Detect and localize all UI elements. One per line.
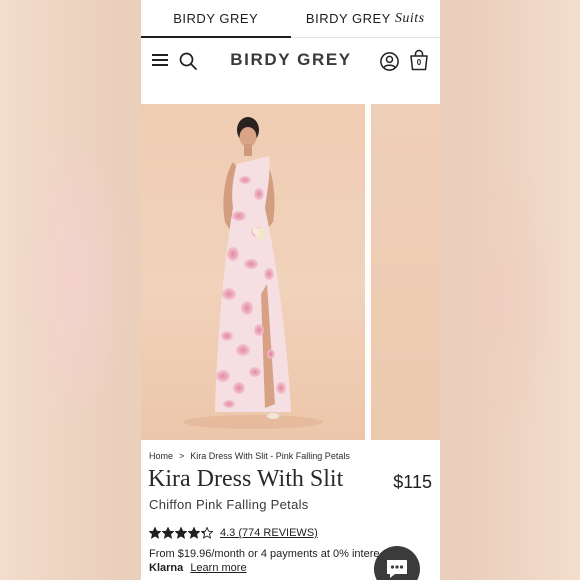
- breadcrumb-current: Kira Dress With Slit - Pink Falling Peta…: [190, 451, 350, 461]
- star-icon: [149, 527, 161, 539]
- star-icon: [201, 527, 213, 539]
- product-gallery: [141, 104, 440, 440]
- breadcrumb-home-link[interactable]: Home: [149, 451, 173, 461]
- tab-suits-label: BIRDY GREY: [305, 11, 391, 26]
- search-icon[interactable]: [178, 51, 198, 71]
- star-icon: [188, 527, 200, 539]
- star-icon: [175, 527, 187, 539]
- tab-birdy-grey[interactable]: BIRDY GREY: [141, 0, 291, 38]
- reviews-link[interactable]: 4.3 (774 REVIEWS): [220, 527, 318, 539]
- brand-logo[interactable]: BIRDY GREY: [227, 50, 355, 70]
- bag-count: 0: [416, 58, 422, 67]
- backdrop-glow-left: [20, 120, 130, 440]
- backdrop-glow-right: [450, 150, 560, 450]
- star-icon: [162, 527, 174, 539]
- product-rating: 4.3 (774 REVIEWS): [149, 527, 318, 539]
- chat-button[interactable]: [374, 546, 420, 580]
- product-title: Kira Dress With Slit: [148, 466, 344, 492]
- klarna-logo: Klarna: [149, 562, 184, 574]
- brand-tabs: BIRDY GREY BIRDY GREY Suits: [141, 0, 440, 38]
- breadcrumb-separator: >: [179, 451, 185, 461]
- tab-suits-accent: Suits: [394, 10, 425, 26]
- chat-bubble-icon: [387, 560, 407, 578]
- mobile-page: BIRDY GREY BIRDY GREY Suits BIRDY GREY 0: [141, 0, 440, 580]
- product-price: $115: [393, 472, 432, 492]
- breadcrumb: Home > Kira Dress With Slit - Pink Falli…: [149, 451, 350, 461]
- product-image-next[interactable]: [371, 104, 440, 440]
- shopping-bag-icon[interactable]: 0: [409, 49, 429, 71]
- product-image-main[interactable]: [141, 104, 365, 440]
- star-rating: [149, 527, 213, 539]
- klarna-row: Klarna Learn more: [149, 562, 247, 574]
- learn-more-link[interactable]: Learn more: [190, 562, 246, 574]
- site-header: BIRDY GREY 0: [141, 38, 440, 86]
- tab-birdy-grey-suits[interactable]: BIRDY GREY Suits: [290, 0, 440, 38]
- tab-birdy-grey-label: BIRDY GREY: [173, 10, 259, 26]
- financing-text: From $19.96/month or 4 payments at 0% in…: [149, 548, 380, 560]
- menu-icon[interactable]: [152, 54, 168, 68]
- model-dress-illustration: [183, 117, 323, 429]
- account-icon[interactable]: [379, 51, 400, 72]
- product-color: Chiffon Pink Falling Petals: [149, 497, 309, 512]
